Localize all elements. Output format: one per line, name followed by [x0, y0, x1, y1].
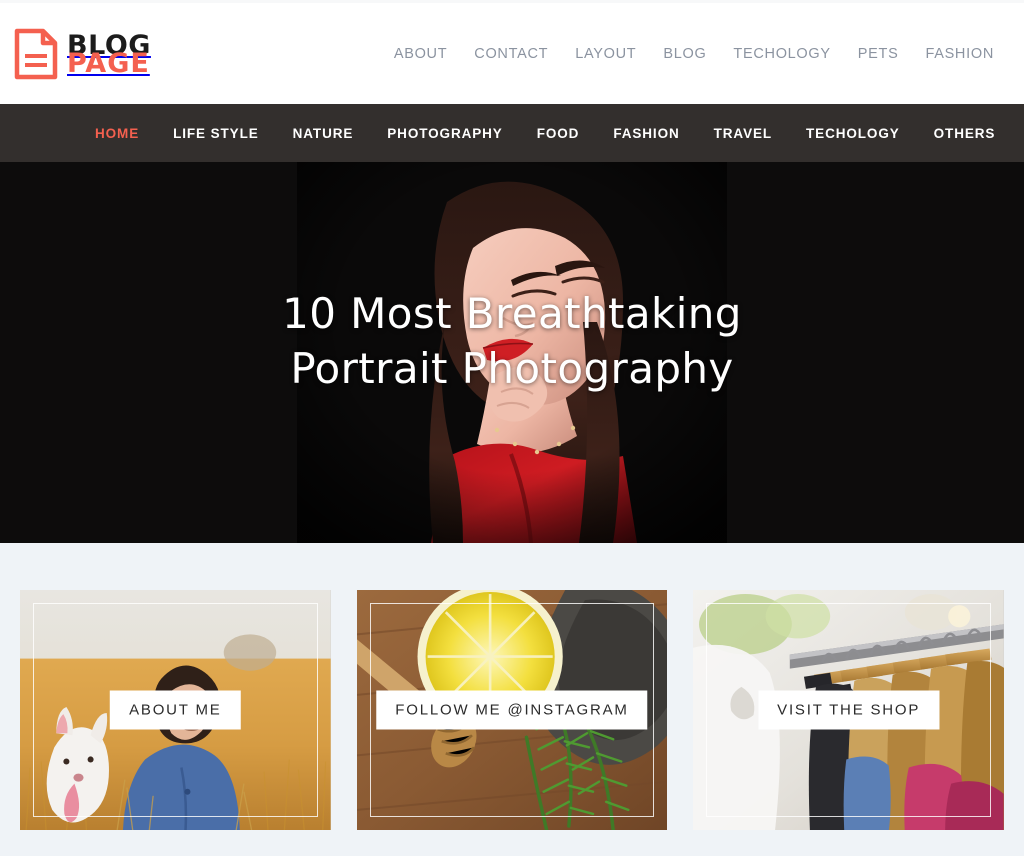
main-nav-item-travel[interactable]: TRAVEL — [697, 126, 789, 141]
hero-title-line-1: 10 Most Breathtaking — [282, 289, 742, 338]
main-nav-item-food[interactable]: FOOD — [520, 126, 597, 141]
top-nav-item-layout[interactable]: LAYOUT — [575, 46, 636, 62]
top-nav-item-fashion[interactable]: FASHION — [925, 46, 994, 62]
promo-card-about-me[interactable]: ABOUT ME — [20, 590, 331, 830]
promo-card-row: ABOUT ME FOLLOW ME @INSTAGRAM VISIT THE … — [0, 590, 1024, 830]
site-header: BLOG PAGE ABOUT CONTACT LAYOUT BLOG TECH… — [0, 0, 1024, 104]
logo-line-page: PAGE — [67, 48, 150, 79]
site-logo[interactable]: BLOG PAGE — [14, 28, 151, 80]
logo-wordmark: BLOG PAGE — [67, 30, 151, 77]
main-nav-item-fashion[interactable]: FASHION — [596, 126, 696, 141]
top-nav-item-contact[interactable]: CONTACT — [474, 46, 548, 62]
promo-label-about-me: ABOUT ME — [110, 690, 241, 730]
promo-card-shop[interactable]: VISIT THE SHOP — [693, 590, 1005, 830]
top-navigation: ABOUT CONTACT LAYOUT BLOG TECHOLOGY PETS… — [394, 46, 1004, 62]
hero-banner[interactable]: 10 Most Breathtaking Portrait Photograph… — [0, 162, 1024, 543]
promo-label-shop: VISIT THE SHOP — [758, 690, 940, 730]
top-nav-item-pets[interactable]: PETS — [858, 46, 899, 62]
document-icon — [14, 28, 58, 79]
main-navigation: HOME LIFE STYLE NATURE PHOTOGRAPHY FOOD … — [0, 104, 1024, 162]
main-nav-item-others[interactable]: OTHERS — [917, 126, 1013, 141]
hero-title: 10 Most Breathtaking Portrait Photograph… — [0, 286, 1024, 397]
hero-title-line-2: Portrait Photography — [290, 344, 734, 394]
promo-label-instagram: FOLLOW ME @INSTAGRAM — [376, 690, 648, 730]
main-nav-item-home[interactable]: HOME — [78, 126, 156, 141]
top-nav-item-blog[interactable]: BLOG — [663, 46, 706, 62]
top-nav-item-about[interactable]: ABOUT — [394, 46, 447, 62]
main-nav-item-photography[interactable]: PHOTOGRAPHY — [370, 126, 519, 141]
main-nav-item-nature[interactable]: NATURE — [276, 126, 371, 141]
main-nav-item-life-style[interactable]: LIFE STYLE — [156, 126, 276, 141]
top-nav-item-techology[interactable]: TECHOLOGY — [733, 46, 830, 62]
promo-section: ABOUT ME FOLLOW ME @INSTAGRAM VISIT THE … — [0, 543, 1024, 856]
main-nav-item-techology[interactable]: TECHOLOGY — [789, 126, 917, 141]
promo-card-instagram[interactable]: FOLLOW ME @INSTAGRAM — [356, 590, 668, 830]
